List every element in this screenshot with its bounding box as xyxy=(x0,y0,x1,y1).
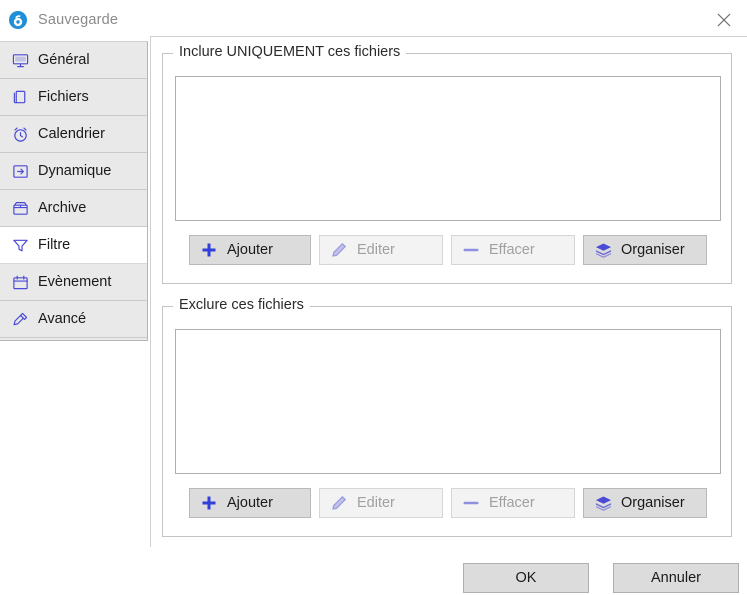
filter-settings-panel: Inclure UNIQUEMENT ces fichiers Ajouter E… xyxy=(150,36,747,547)
monitor-icon xyxy=(11,51,29,69)
settings-sidebar: Général Fichiers Calendrier Dynamique Archiv… xyxy=(0,41,148,341)
sidebar-item-calendrier[interactable]: Calendrier xyxy=(0,116,147,153)
sidebar-item-label: Calendrier xyxy=(38,126,105,142)
archive-box-icon xyxy=(11,199,29,217)
exclude-editer-button: Editer xyxy=(319,488,443,518)
sidebar-item-label: Evènement xyxy=(38,274,111,290)
include-files-group: Inclure UNIQUEMENT ces fichiers AjouterE… xyxy=(162,53,732,284)
pencil-icon xyxy=(330,494,348,512)
sidebar-item-label: Archive xyxy=(38,200,86,216)
include-effacer-button: Effacer xyxy=(451,235,575,265)
plus-icon xyxy=(200,241,218,259)
ok-button[interactable]: OK xyxy=(463,563,589,593)
include-editer-button: Editer xyxy=(319,235,443,265)
backup-disc-icon xyxy=(8,10,28,30)
sidebar-item-avance[interactable]: Avancé xyxy=(0,301,147,338)
sidebar-item-fichiers[interactable]: Fichiers xyxy=(0,79,147,116)
window-title: Sauvegarde xyxy=(38,12,118,28)
button-label: Organiser xyxy=(621,242,685,258)
close-button[interactable] xyxy=(701,0,747,40)
close-icon xyxy=(717,13,731,27)
cancel-button[interactable]: Annuler xyxy=(613,563,739,593)
sidebar-item-label: Dynamique xyxy=(38,163,111,179)
sidebar-item-dynamique[interactable]: Dynamique xyxy=(0,153,147,190)
backup-settings-dialog: Sauvegarde Général Fichiers Calendrier Dyna… xyxy=(0,0,747,595)
plus-icon xyxy=(200,494,218,512)
include-files-legend: Inclure UNIQUEMENT ces fichiers xyxy=(173,44,406,60)
sidebar-item-filtre[interactable]: Filtre xyxy=(0,227,147,264)
pencil-icon xyxy=(330,241,348,259)
button-label: Effacer xyxy=(489,495,535,511)
sidebar-item-general[interactable]: Général xyxy=(0,42,147,79)
exclude-organiser-button[interactable]: Organiser xyxy=(583,488,707,518)
button-label: Editer xyxy=(357,495,395,511)
sidebar-item-archive[interactable]: Archive xyxy=(0,190,147,227)
button-label: Effacer xyxy=(489,242,535,258)
button-label: Ajouter xyxy=(227,495,273,511)
title-bar: Sauvegarde xyxy=(0,0,747,40)
sidebar-item-label: Filtre xyxy=(38,237,70,253)
arrow-box-icon xyxy=(11,162,29,180)
sidebar-item-evenement[interactable]: Evènement xyxy=(0,264,147,301)
exclude-files-group: Exclure ces fichiers AjouterEditerEfface… xyxy=(162,306,732,537)
exclude-ajouter-button[interactable]: Ajouter xyxy=(189,488,311,518)
layers-icon xyxy=(594,494,612,512)
minus-icon xyxy=(462,241,480,259)
include-files-toolbar: Ajouter Editer Effacer Organiser xyxy=(189,235,715,265)
sidebar-item-label: Général xyxy=(38,52,90,68)
exclude-files-listbox[interactable] xyxy=(175,329,721,474)
sidebar-item-label: Fichiers xyxy=(38,89,89,105)
button-label: Editer xyxy=(357,242,395,258)
alarm-clock-icon xyxy=(11,125,29,143)
layers-icon xyxy=(594,241,612,259)
documents-icon xyxy=(11,88,29,106)
exclude-files-toolbar: Ajouter Editer Effacer Organiser xyxy=(189,488,715,518)
button-label: Ajouter xyxy=(227,242,273,258)
sidebar-item-label: Avancé xyxy=(38,311,86,327)
button-label: Organiser xyxy=(621,495,685,511)
funnel-icon xyxy=(11,236,29,254)
include-files-listbox[interactable] xyxy=(175,76,721,221)
exclude-effacer-button: Effacer xyxy=(451,488,575,518)
calendar-icon xyxy=(11,273,29,291)
include-ajouter-button[interactable]: Ajouter xyxy=(189,235,311,265)
screwdriver-icon xyxy=(11,310,29,328)
exclude-files-legend: Exclure ces fichiers xyxy=(173,297,310,313)
minus-icon xyxy=(462,494,480,512)
include-organiser-button[interactable]: Organiser xyxy=(583,235,707,265)
